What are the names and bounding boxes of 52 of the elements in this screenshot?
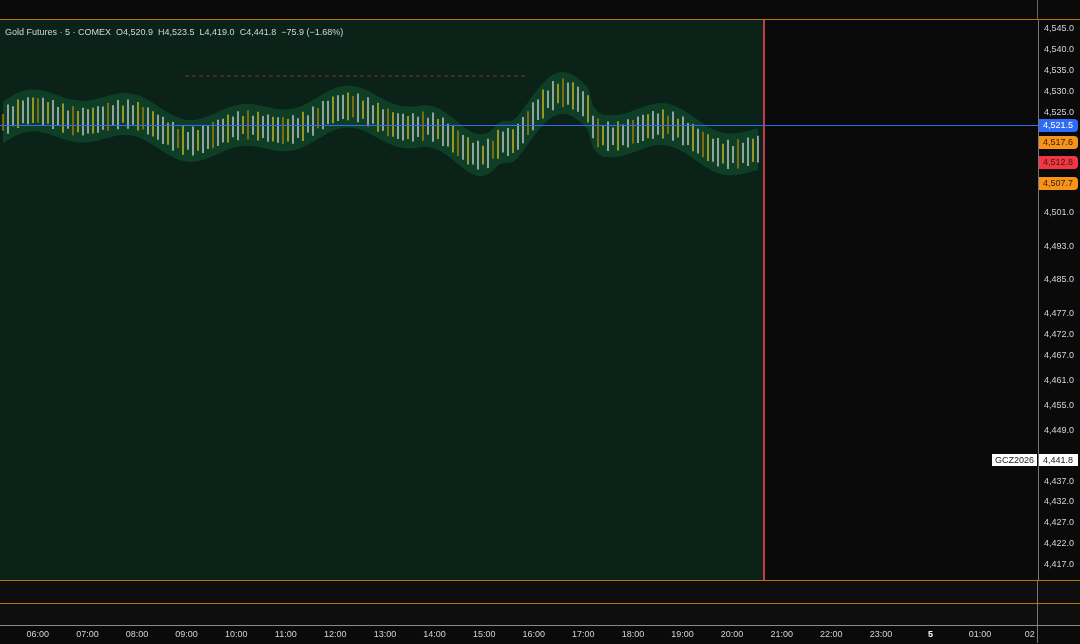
open-value: O4,520.9 (116, 26, 154, 39)
time-label: 19:00 (671, 628, 694, 641)
price-label: 4,437.0 (1044, 474, 1075, 487)
price-label: 4,427.0 (1044, 516, 1075, 529)
time-label: 07:00 (76, 628, 99, 641)
price-label: 4,530.0 (1044, 84, 1075, 97)
last-price-tag: 4,441.8 (1039, 454, 1078, 467)
time-label: 5 (927, 628, 933, 641)
price-label: 4,525.0 (1044, 105, 1075, 118)
symbol-label: Gold Futures · 5 · COMEX (5, 26, 112, 39)
time-label: 06:00 (26, 628, 50, 641)
price-tag: 4,517.6 (1039, 135, 1078, 149)
price-label: 4,540.0 (1044, 42, 1075, 55)
price-label: 4,417.0 (1044, 558, 1075, 571)
price-label: 4,477.0 (1044, 306, 1075, 319)
price-label: 4,455.0 (1044, 399, 1075, 412)
price-tag: 4,507.7 (1039, 177, 1078, 191)
time-label: 01:00 (968, 628, 992, 641)
price-label: 4,461.0 (1044, 373, 1075, 386)
price-label: 4,493.0 (1044, 239, 1075, 252)
low-value: L4,419.0 (199, 26, 235, 39)
price-label: 4,501.0 (1044, 206, 1075, 219)
price-label: 4,449.0 (1044, 424, 1075, 437)
price-label: 4,485.0 (1044, 273, 1075, 286)
time-label: 18:00 (621, 628, 645, 641)
time-label: 16:00 (522, 628, 545, 641)
time-label: 22:00 (820, 628, 843, 641)
time-label: 15:00 (472, 628, 496, 641)
price-label: 4,472.0 (1044, 327, 1075, 340)
time-label: 12:00 (324, 628, 347, 641)
time-label: 10:00 (224, 628, 248, 641)
price-label: 4,422.0 (1044, 537, 1075, 550)
price-tag: 4,512.8 (1039, 155, 1078, 169)
price-tag: 4,521.5 (1039, 119, 1078, 133)
time-label: 20:00 (720, 628, 744, 641)
time-label: 23:00 (869, 628, 893, 641)
high-value: H4,523.5 (158, 26, 195, 39)
time-label: 21:00 (770, 628, 793, 641)
time-label: 17:00 (572, 628, 595, 641)
time-label: 13:00 (373, 628, 397, 641)
time-label: 02 (1024, 628, 1035, 641)
time-label: 14:00 (423, 628, 446, 641)
price-label: 4,535.0 (1044, 63, 1075, 76)
close-value: C4,441.8 (239, 26, 277, 39)
price-label: 4,545.0 (1044, 22, 1075, 34)
time-label: 09:00 (175, 628, 198, 641)
change-value: −75.9 (−1.68%) (281, 26, 344, 39)
price-label: 4,432.0 (1044, 495, 1075, 508)
symbol-tag: GCZ2026 (991, 454, 1037, 467)
time-label: 11:00 (274, 628, 297, 641)
price-label: 4,467.0 (1044, 348, 1075, 361)
time-label: 08:00 (125, 628, 149, 641)
